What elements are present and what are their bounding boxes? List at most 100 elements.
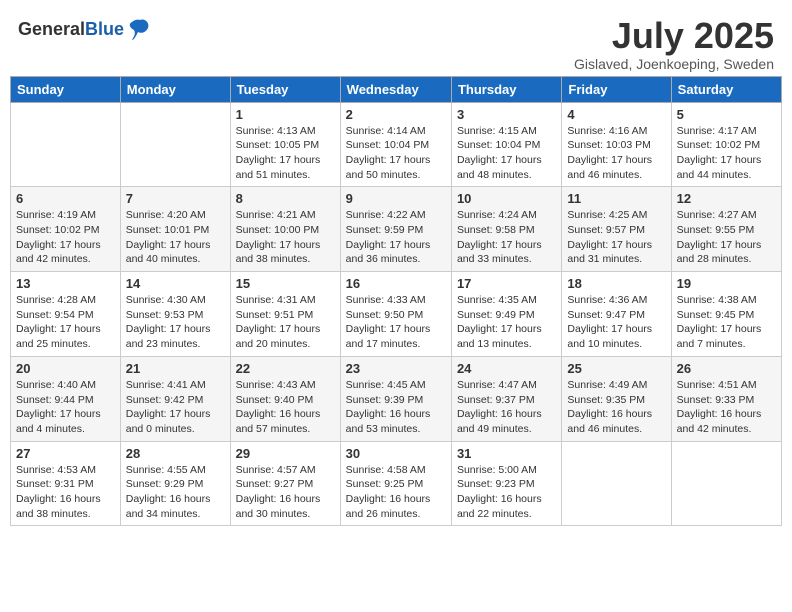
day-detail: Sunrise: 4:55 AM Sunset: 9:29 PM Dayligh… <box>126 463 225 522</box>
day-number: 15 <box>236 276 335 291</box>
location-subtitle: Gislaved, Joenkoeping, Sweden <box>574 56 774 72</box>
day-detail: Sunrise: 4:40 AM Sunset: 9:44 PM Dayligh… <box>16 378 115 437</box>
day-detail: Sunrise: 4:38 AM Sunset: 9:45 PM Dayligh… <box>677 293 776 352</box>
day-number: 28 <box>126 446 225 461</box>
calendar-header-thursday: Thursday <box>451 76 561 102</box>
day-number: 8 <box>236 191 335 206</box>
day-number: 1 <box>236 107 335 122</box>
day-detail: Sunrise: 4:28 AM Sunset: 9:54 PM Dayligh… <box>16 293 115 352</box>
logo: GeneralBlue <box>18 16 154 44</box>
calendar-cell: 24 Sunrise: 4:47 AM Sunset: 9:37 PM Dayli… <box>451 356 561 441</box>
calendar-cell: 8Sunrise: 4:21 AM Sunset: 10:00 PM Dayli… <box>230 187 340 272</box>
calendar-cell <box>671 441 781 526</box>
calendar-table: SundayMondayTuesdayWednesdayThursdayFrid… <box>10 76 782 527</box>
day-number: 16 <box>346 276 446 291</box>
page-header: GeneralBlue July 2025 Gislaved, Joenkoep… <box>10 10 782 72</box>
calendar-cell: 2Sunrise: 4:14 AM Sunset: 10:04 PM Dayli… <box>340 102 451 187</box>
day-number: 31 <box>457 446 556 461</box>
day-detail: Sunrise: 4:41 AM Sunset: 9:42 PM Dayligh… <box>126 378 225 437</box>
day-detail: Sunrise: 4:25 AM Sunset: 9:57 PM Dayligh… <box>567 208 665 267</box>
calendar-cell <box>562 441 671 526</box>
day-number: 21 <box>126 361 225 376</box>
calendar-cell: 30 Sunrise: 4:58 AM Sunset: 9:25 PM Dayli… <box>340 441 451 526</box>
calendar-week-row: 6 Sunrise: 4:19 AM Sunset: 10:02 PM Dayli… <box>11 187 782 272</box>
day-detail: Sunrise: 4:45 AM Sunset: 9:39 PM Dayligh… <box>346 378 446 437</box>
day-number: 9 <box>346 191 446 206</box>
day-detail: Sunrise: 4:20 AM Sunset: 10:01 PM Daylig… <box>126 208 225 267</box>
day-detail: Sunrise: 4:47 AM Sunset: 9:37 PM Dayligh… <box>457 378 556 437</box>
day-number: 19 <box>677 276 776 291</box>
calendar-header-wednesday: Wednesday <box>340 76 451 102</box>
day-detail: Sunrise: 4:58 AM Sunset: 9:25 PM Dayligh… <box>346 463 446 522</box>
calendar-header-row: SundayMondayTuesdayWednesdayThursdayFrid… <box>11 76 782 102</box>
day-number: 3 <box>457 107 556 122</box>
day-detail: Sunrise: 4:27 AM Sunset: 9:55 PM Dayligh… <box>677 208 776 267</box>
calendar-cell: 5Sunrise: 4:17 AM Sunset: 10:02 PM Dayli… <box>671 102 781 187</box>
calendar-cell: 22 Sunrise: 4:43 AM Sunset: 9:40 PM Dayli… <box>230 356 340 441</box>
calendar-cell: 9Sunrise: 4:22 AM Sunset: 9:59 PM Daylig… <box>340 187 451 272</box>
day-detail: Sunrise: 4:24 AM Sunset: 9:58 PM Dayligh… <box>457 208 556 267</box>
day-detail: Sunrise: 4:43 AM Sunset: 9:40 PM Dayligh… <box>236 378 335 437</box>
calendar-cell: 12 Sunrise: 4:27 AM Sunset: 9:55 PM Dayli… <box>671 187 781 272</box>
day-number: 22 <box>236 361 335 376</box>
day-number: 14 <box>126 276 225 291</box>
calendar-cell: 20 Sunrise: 4:40 AM Sunset: 9:44 PM Dayli… <box>11 356 121 441</box>
calendar-cell: 26 Sunrise: 4:51 AM Sunset: 9:33 PM Dayli… <box>671 356 781 441</box>
day-detail: Sunrise: 4:13 AM Sunset: 10:05 PM Daylig… <box>236 124 335 183</box>
day-number: 26 <box>677 361 776 376</box>
calendar-cell: 19 Sunrise: 4:38 AM Sunset: 9:45 PM Dayli… <box>671 272 781 357</box>
calendar-cell: 11 Sunrise: 4:25 AM Sunset: 9:57 PM Dayli… <box>562 187 671 272</box>
day-number: 7 <box>126 191 225 206</box>
calendar-week-row: 13 Sunrise: 4:28 AM Sunset: 9:54 PM Dayli… <box>11 272 782 357</box>
calendar-header-sunday: Sunday <box>11 76 121 102</box>
day-number: 24 <box>457 361 556 376</box>
day-detail: Sunrise: 4:57 AM Sunset: 9:27 PM Dayligh… <box>236 463 335 522</box>
calendar-header-saturday: Saturday <box>671 76 781 102</box>
day-number: 4 <box>567 107 665 122</box>
day-detail: Sunrise: 4:49 AM Sunset: 9:35 PM Dayligh… <box>567 378 665 437</box>
calendar-cell: 6 Sunrise: 4:19 AM Sunset: 10:02 PM Dayli… <box>11 187 121 272</box>
day-number: 25 <box>567 361 665 376</box>
calendar-cell: 13 Sunrise: 4:28 AM Sunset: 9:54 PM Dayli… <box>11 272 121 357</box>
month-title: July 2025 <box>574 16 774 56</box>
calendar-cell: 7 Sunrise: 4:20 AM Sunset: 10:01 PM Dayli… <box>120 187 230 272</box>
calendar-cell: 25 Sunrise: 4:49 AM Sunset: 9:35 PM Dayli… <box>562 356 671 441</box>
calendar-cell: 15Sunrise: 4:31 AM Sunset: 9:51 PM Dayli… <box>230 272 340 357</box>
calendar-cell: 27Sunrise: 4:53 AM Sunset: 9:31 PM Dayli… <box>11 441 121 526</box>
day-number: 29 <box>236 446 335 461</box>
day-detail: Sunrise: 4:51 AM Sunset: 9:33 PM Dayligh… <box>677 378 776 437</box>
day-number: 12 <box>677 191 776 206</box>
calendar-cell: 23Sunrise: 4:45 AM Sunset: 9:39 PM Dayli… <box>340 356 451 441</box>
calendar-cell: 10Sunrise: 4:24 AM Sunset: 9:58 PM Dayli… <box>451 187 561 272</box>
day-detail: Sunrise: 4:14 AM Sunset: 10:04 PM Daylig… <box>346 124 446 183</box>
calendar-cell: 28 Sunrise: 4:55 AM Sunset: 9:29 PM Dayli… <box>120 441 230 526</box>
day-detail: Sunrise: 4:19 AM Sunset: 10:02 PM Daylig… <box>16 208 115 267</box>
day-number: 20 <box>16 361 115 376</box>
day-number: 11 <box>567 191 665 206</box>
day-detail: Sunrise: 4:17 AM Sunset: 10:02 PM Daylig… <box>677 124 776 183</box>
calendar-cell <box>120 102 230 187</box>
calendar-header-friday: Friday <box>562 76 671 102</box>
calendar-cell: 1 Sunrise: 4:13 AM Sunset: 10:05 PM Dayli… <box>230 102 340 187</box>
calendar-cell: 18Sunrise: 4:36 AM Sunset: 9:47 PM Dayli… <box>562 272 671 357</box>
day-number: 17 <box>457 276 556 291</box>
calendar-cell: 16 Sunrise: 4:33 AM Sunset: 9:50 PM Dayli… <box>340 272 451 357</box>
day-number: 18 <box>567 276 665 291</box>
calendar-cell: 14 Sunrise: 4:30 AM Sunset: 9:53 PM Dayli… <box>120 272 230 357</box>
calendar-cell: 4 Sunrise: 4:16 AM Sunset: 10:03 PM Dayli… <box>562 102 671 187</box>
day-number: 6 <box>16 191 115 206</box>
day-detail: Sunrise: 5:00 AM Sunset: 9:23 PM Dayligh… <box>457 463 556 522</box>
day-detail: Sunrise: 4:30 AM Sunset: 9:53 PM Dayligh… <box>126 293 225 352</box>
calendar-header-tuesday: Tuesday <box>230 76 340 102</box>
logo-blue-text: Blue <box>85 19 124 39</box>
calendar-cell: 31 Sunrise: 5:00 AM Sunset: 9:23 PM Dayli… <box>451 441 561 526</box>
day-number: 30 <box>346 446 446 461</box>
calendar-cell: 21 Sunrise: 4:41 AM Sunset: 9:42 PM Dayli… <box>120 356 230 441</box>
title-block: July 2025 Gislaved, Joenkoeping, Sweden <box>574 16 774 72</box>
day-detail: Sunrise: 4:16 AM Sunset: 10:03 PM Daylig… <box>567 124 665 183</box>
day-detail: Sunrise: 4:33 AM Sunset: 9:50 PM Dayligh… <box>346 293 446 352</box>
day-number: 13 <box>16 276 115 291</box>
calendar-cell: 17Sunrise: 4:35 AM Sunset: 9:49 PM Dayli… <box>451 272 561 357</box>
calendar-week-row: 20 Sunrise: 4:40 AM Sunset: 9:44 PM Dayli… <box>11 356 782 441</box>
day-number: 27 <box>16 446 115 461</box>
